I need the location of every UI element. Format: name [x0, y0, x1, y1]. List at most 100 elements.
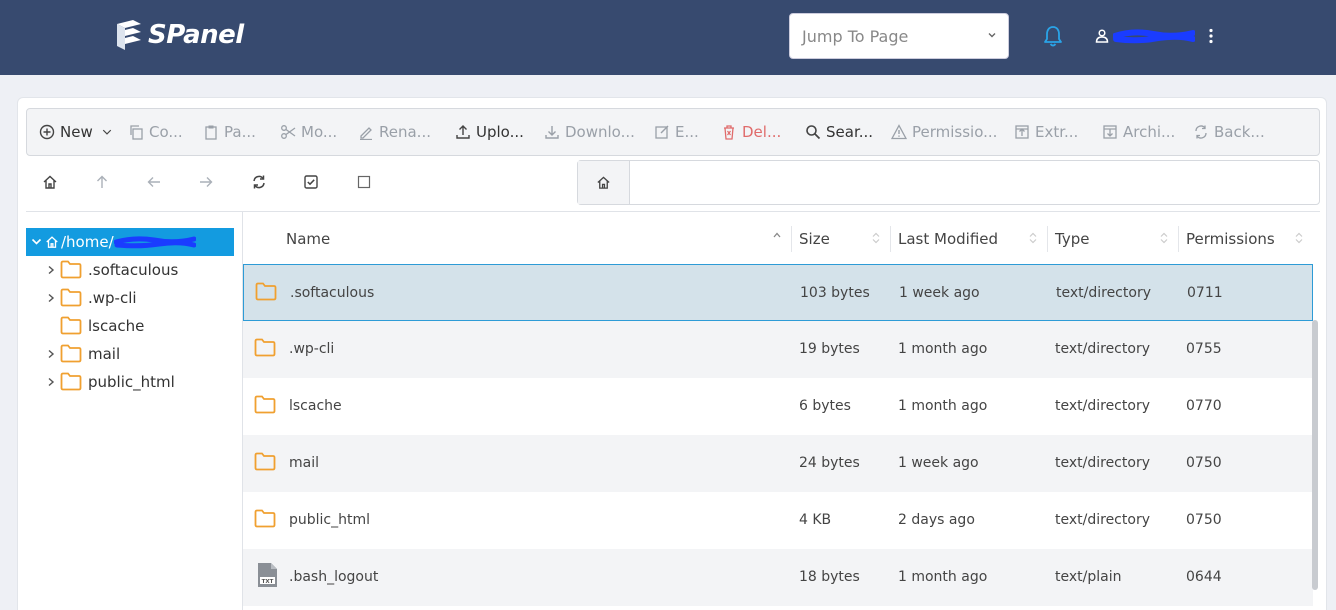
backup-button-label: Back... [1214, 123, 1265, 141]
archive-button[interactable]: Archi... [1102, 109, 1175, 155]
permissions-button[interactable]: Permissio... [891, 109, 997, 155]
chevron-down-icon[interactable] [31, 236, 42, 247]
chevron-right-icon[interactable] [46, 349, 56, 359]
move-button[interactable]: Mo... [280, 109, 337, 155]
column-header-size[interactable]: Size [792, 212, 890, 264]
table-row[interactable]: mail 24 bytes 1 week ago text/directory 0750 [243, 435, 1313, 492]
folder-icon [60, 260, 82, 279]
file-manager-panel: New Co... Pa... Mo... Rena... Uplo... Do… [17, 97, 1327, 610]
jump-to-page-select[interactable]: Jump To Page [789, 13, 1009, 59]
deselect-all-icon[interactable] [356, 174, 372, 190]
edit-icon [655, 125, 669, 139]
column-header-label: Size [799, 230, 830, 248]
tree-root-home[interactable]: /home/ [26, 228, 234, 256]
search-button[interactable]: Sear... [805, 109, 873, 155]
edit-button-label: E... [675, 123, 699, 141]
table-row[interactable]: public_html 4 KB 2 days ago text/directory 0… [243, 492, 1313, 549]
tree-item-softaculous[interactable]: .softaculous [26, 256, 234, 284]
paste-button-label: Pa... [224, 123, 256, 141]
spanel-logo-icon [117, 20, 141, 50]
arrow-right-icon[interactable] [198, 174, 214, 190]
bell-icon[interactable] [1042, 24, 1064, 48]
scrollbar[interactable] [1312, 320, 1318, 590]
edit-button[interactable]: E... [654, 109, 699, 155]
path-home-button[interactable] [578, 161, 630, 204]
folder-icon [60, 288, 82, 307]
cell-last-modified: 1 week ago [898, 455, 979, 471]
home-icon[interactable] [42, 174, 58, 190]
chevron-down-icon [988, 33, 996, 38]
arrow-left-icon[interactable] [146, 174, 162, 190]
cell-permissions: 0711 [1187, 285, 1223, 301]
copy-icon [130, 125, 143, 140]
tree-item-mail[interactable]: mail [26, 340, 234, 368]
column-header-last-modified[interactable]: Last Modified [891, 212, 1047, 264]
search-icon [806, 125, 821, 140]
download-button-label: Downlo... [565, 123, 635, 141]
text-file-icon: TXT [258, 563, 277, 587]
backup-button[interactable]: Back... [1193, 109, 1265, 155]
scissors-icon [281, 125, 296, 139]
cell-size: 24 bytes [799, 455, 860, 471]
column-header-type[interactable]: Type [1048, 212, 1178, 264]
table-row[interactable]: TXT .bash_logout 18 bytes 1 month ago text/p… [243, 549, 1313, 606]
upload-button[interactable]: Uplo... [455, 109, 524, 155]
download-button[interactable]: Downlo... [544, 109, 635, 155]
plus-circle-icon [39, 124, 55, 140]
folder-icon [254, 338, 276, 357]
tree-item-wp-cli[interactable]: .wp-cli [26, 284, 234, 312]
cell-name: .softaculous [290, 285, 375, 301]
chevron-right-icon[interactable] [46, 265, 56, 275]
delete-button-label: Del... [742, 123, 782, 141]
svg-text:TXT: TXT [262, 579, 274, 585]
new-button[interactable]: New [39, 109, 118, 155]
table-row[interactable]: lscache 6 bytes 1 month ago text/directory 0… [243, 378, 1313, 435]
extract-button[interactable]: Extr... [1014, 109, 1078, 155]
redacted-username [1112, 29, 1196, 44]
cell-name: mail [289, 455, 319, 471]
sort-icon [1029, 232, 1037, 244]
folder-icon [60, 372, 82, 391]
tree-item-lscache[interactable]: lscache [26, 312, 234, 340]
column-header-label: Permissions [1186, 230, 1275, 248]
select-all-icon[interactable] [303, 174, 319, 190]
cell-type: text/directory [1055, 341, 1150, 357]
download-icon [545, 126, 559, 139]
search-button-label: Sear... [826, 123, 874, 141]
permissions-button-label: Permissio... [912, 123, 998, 141]
more-options-icon[interactable] [1207, 28, 1215, 44]
delete-button[interactable]: Del... [721, 109, 781, 155]
cell-name: .wp-cli [289, 341, 335, 357]
cell-type: text/plain [1055, 569, 1122, 585]
path-input[interactable] [577, 160, 1320, 205]
extract-button-label: Extr... [1035, 123, 1079, 141]
folder-icon [60, 316, 82, 335]
paste-button[interactable]: Pa... [203, 109, 256, 155]
top-header: SPanel Jump To Page [0, 0, 1336, 75]
cell-name: .bash_logout [289, 569, 379, 585]
tree-item-public-html[interactable]: public_html [26, 368, 234, 396]
user-menu-name[interactable] [1112, 26, 1196, 46]
cell-name: lscache [289, 398, 342, 414]
table-row[interactable]: .wp-cli 19 bytes 1 month ago text/directory… [243, 321, 1313, 378]
arrow-up-icon[interactable] [94, 174, 110, 190]
brand-logo[interactable]: SPanel [113, 18, 244, 52]
warning-icon [891, 124, 907, 140]
tree-item-label: .softaculous [88, 261, 179, 279]
copy-button[interactable]: Co... [128, 109, 183, 155]
tree-item-label: lscache [88, 317, 145, 335]
home-icon [597, 176, 610, 189]
redacted-username [114, 236, 196, 249]
refresh-icon[interactable] [251, 174, 267, 190]
file-toolbar: New Co... Pa... Mo... Rena... Uplo... Do… [26, 108, 1320, 156]
chevron-right-icon[interactable] [46, 293, 56, 303]
jump-to-page-placeholder: Jump To Page [802, 27, 909, 46]
column-header-permissions[interactable]: Permissions [1179, 212, 1313, 264]
rename-button-label: Rena... [379, 123, 431, 141]
column-header-name[interactable]: Name [243, 212, 791, 264]
rename-button[interactable]: Rena... [358, 109, 431, 155]
chevron-right-icon[interactable] [46, 377, 56, 387]
cell-type: text/directory [1056, 285, 1151, 301]
table-row[interactable]: .softaculous 103 bytes 1 week ago text/dire… [243, 264, 1313, 321]
user-icon[interactable] [1095, 29, 1109, 43]
